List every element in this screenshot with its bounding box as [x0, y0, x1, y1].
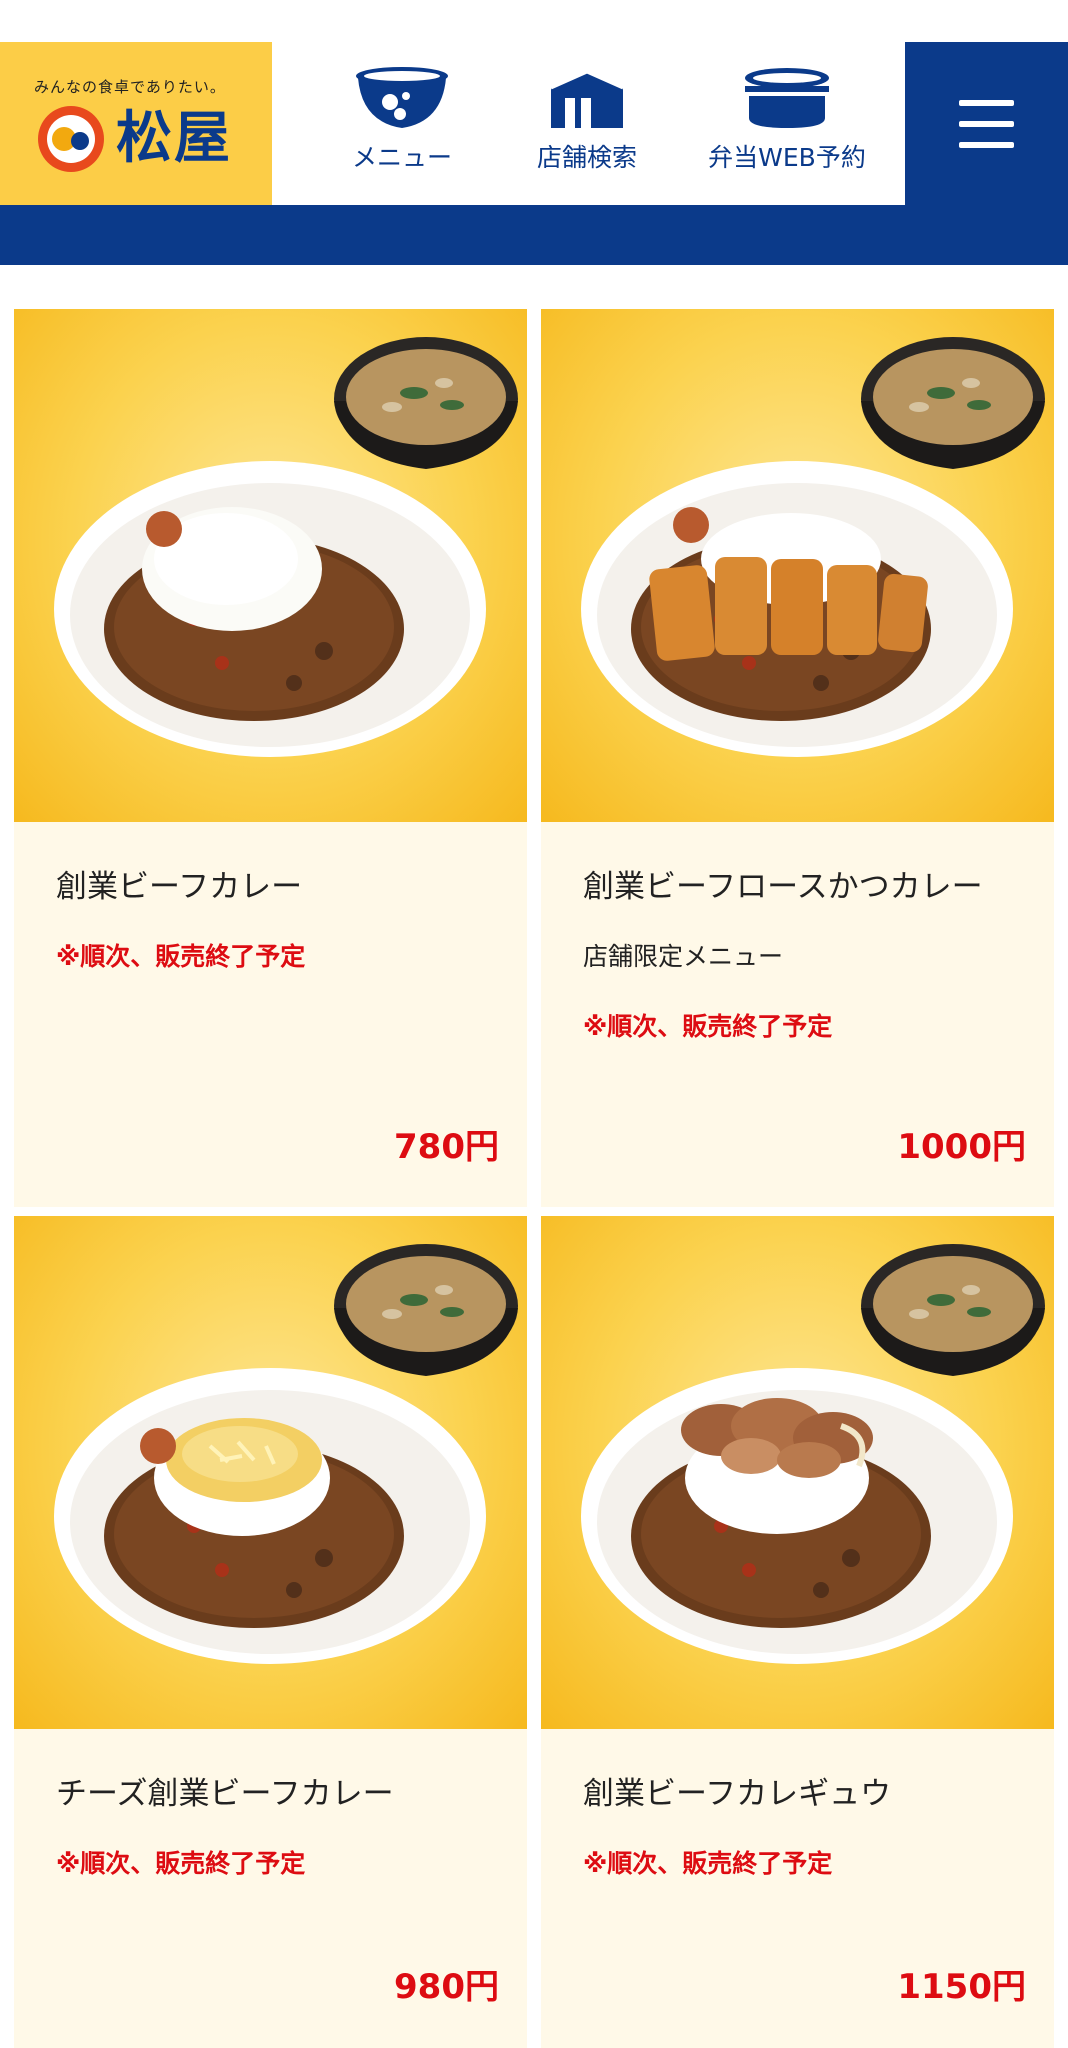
product-card[interactable]: 創業ビーフカレギュウ ※順次、販売終了予定 1150円 [541, 1216, 1054, 2048]
product-warning: ※順次、販売終了予定 [583, 1849, 833, 1878]
site-header: みんなの食卓でありたい。 松屋 メニュー 店舗検索 弁当WEB予約 [0, 42, 1068, 205]
nav-store-search[interactable]: 店舗検索 [517, 42, 657, 205]
product-card[interactable]: 創業ビーフカレー ※順次、販売終了予定 780円 [14, 309, 527, 1207]
product-warning: ※順次、販売終了予定 [583, 1012, 833, 1041]
product-photo[interactable] [541, 1216, 1054, 1729]
logo[interactable]: みんなの食卓でありたい。 松屋 [0, 42, 272, 205]
nav-store-label: 店舗検索 [536, 143, 637, 172]
gyu-curry-photo [541, 1216, 1054, 1729]
product-price: 1150円 [897, 1967, 1026, 2007]
product-price: 980円 [394, 1967, 499, 2007]
nav-bento-label: 弁当WEB予約 [708, 143, 866, 172]
product-photo[interactable] [14, 309, 527, 822]
product-note: 店舗限定メニュー [583, 942, 784, 971]
product-name: チーズ創業ビーフカレー [56, 1776, 394, 1812]
product-photo[interactable] [541, 309, 1054, 822]
nav-menu[interactable]: メニュー [332, 42, 472, 205]
hamburger-icon-line [959, 121, 1014, 127]
product-photo[interactable] [14, 1216, 527, 1729]
logo-name: 松屋 [116, 106, 232, 171]
katsu-curry-photo [541, 309, 1054, 822]
bowl-icon [356, 67, 448, 128]
product-warning: ※順次、販売終了予定 [56, 1849, 306, 1878]
logo-tagline: みんなの食卓でありたい。 [34, 78, 226, 96]
cheese-curry-photo [14, 1216, 527, 1729]
bento-icon [745, 68, 829, 128]
hamburger-icon-line [959, 100, 1014, 106]
product-name: 創業ビーフカレギュウ [583, 1776, 892, 1812]
nav-bento-reserve[interactable]: 弁当WEB予約 [677, 42, 897, 205]
main-nav: メニュー 店舗検索 弁当WEB予約 [272, 42, 905, 205]
product-name: 創業ビーフカレー [56, 869, 303, 905]
hamburger-icon-line [959, 142, 1014, 148]
hamburger-menu-button[interactable] [905, 42, 1068, 205]
nav-menu-label: メニュー [351, 143, 452, 172]
logo-mark-icon [38, 106, 104, 172]
product-card[interactable]: チーズ創業ビーフカレー ※順次、販売終了予定 980円 [14, 1216, 527, 2048]
product-warning: ※順次、販売終了予定 [56, 942, 306, 971]
product-price: 1000円 [897, 1127, 1026, 1167]
product-card[interactable]: 創業ビーフロースかつカレー 店舗限定メニュー ※順次、販売終了予定 1000円 [541, 309, 1054, 1207]
product-name: 創業ビーフロースかつカレー [583, 869, 983, 905]
curry-photo [14, 309, 527, 822]
store-icon [550, 70, 624, 128]
header-bar [0, 205, 1068, 265]
product-price: 780円 [394, 1127, 499, 1167]
